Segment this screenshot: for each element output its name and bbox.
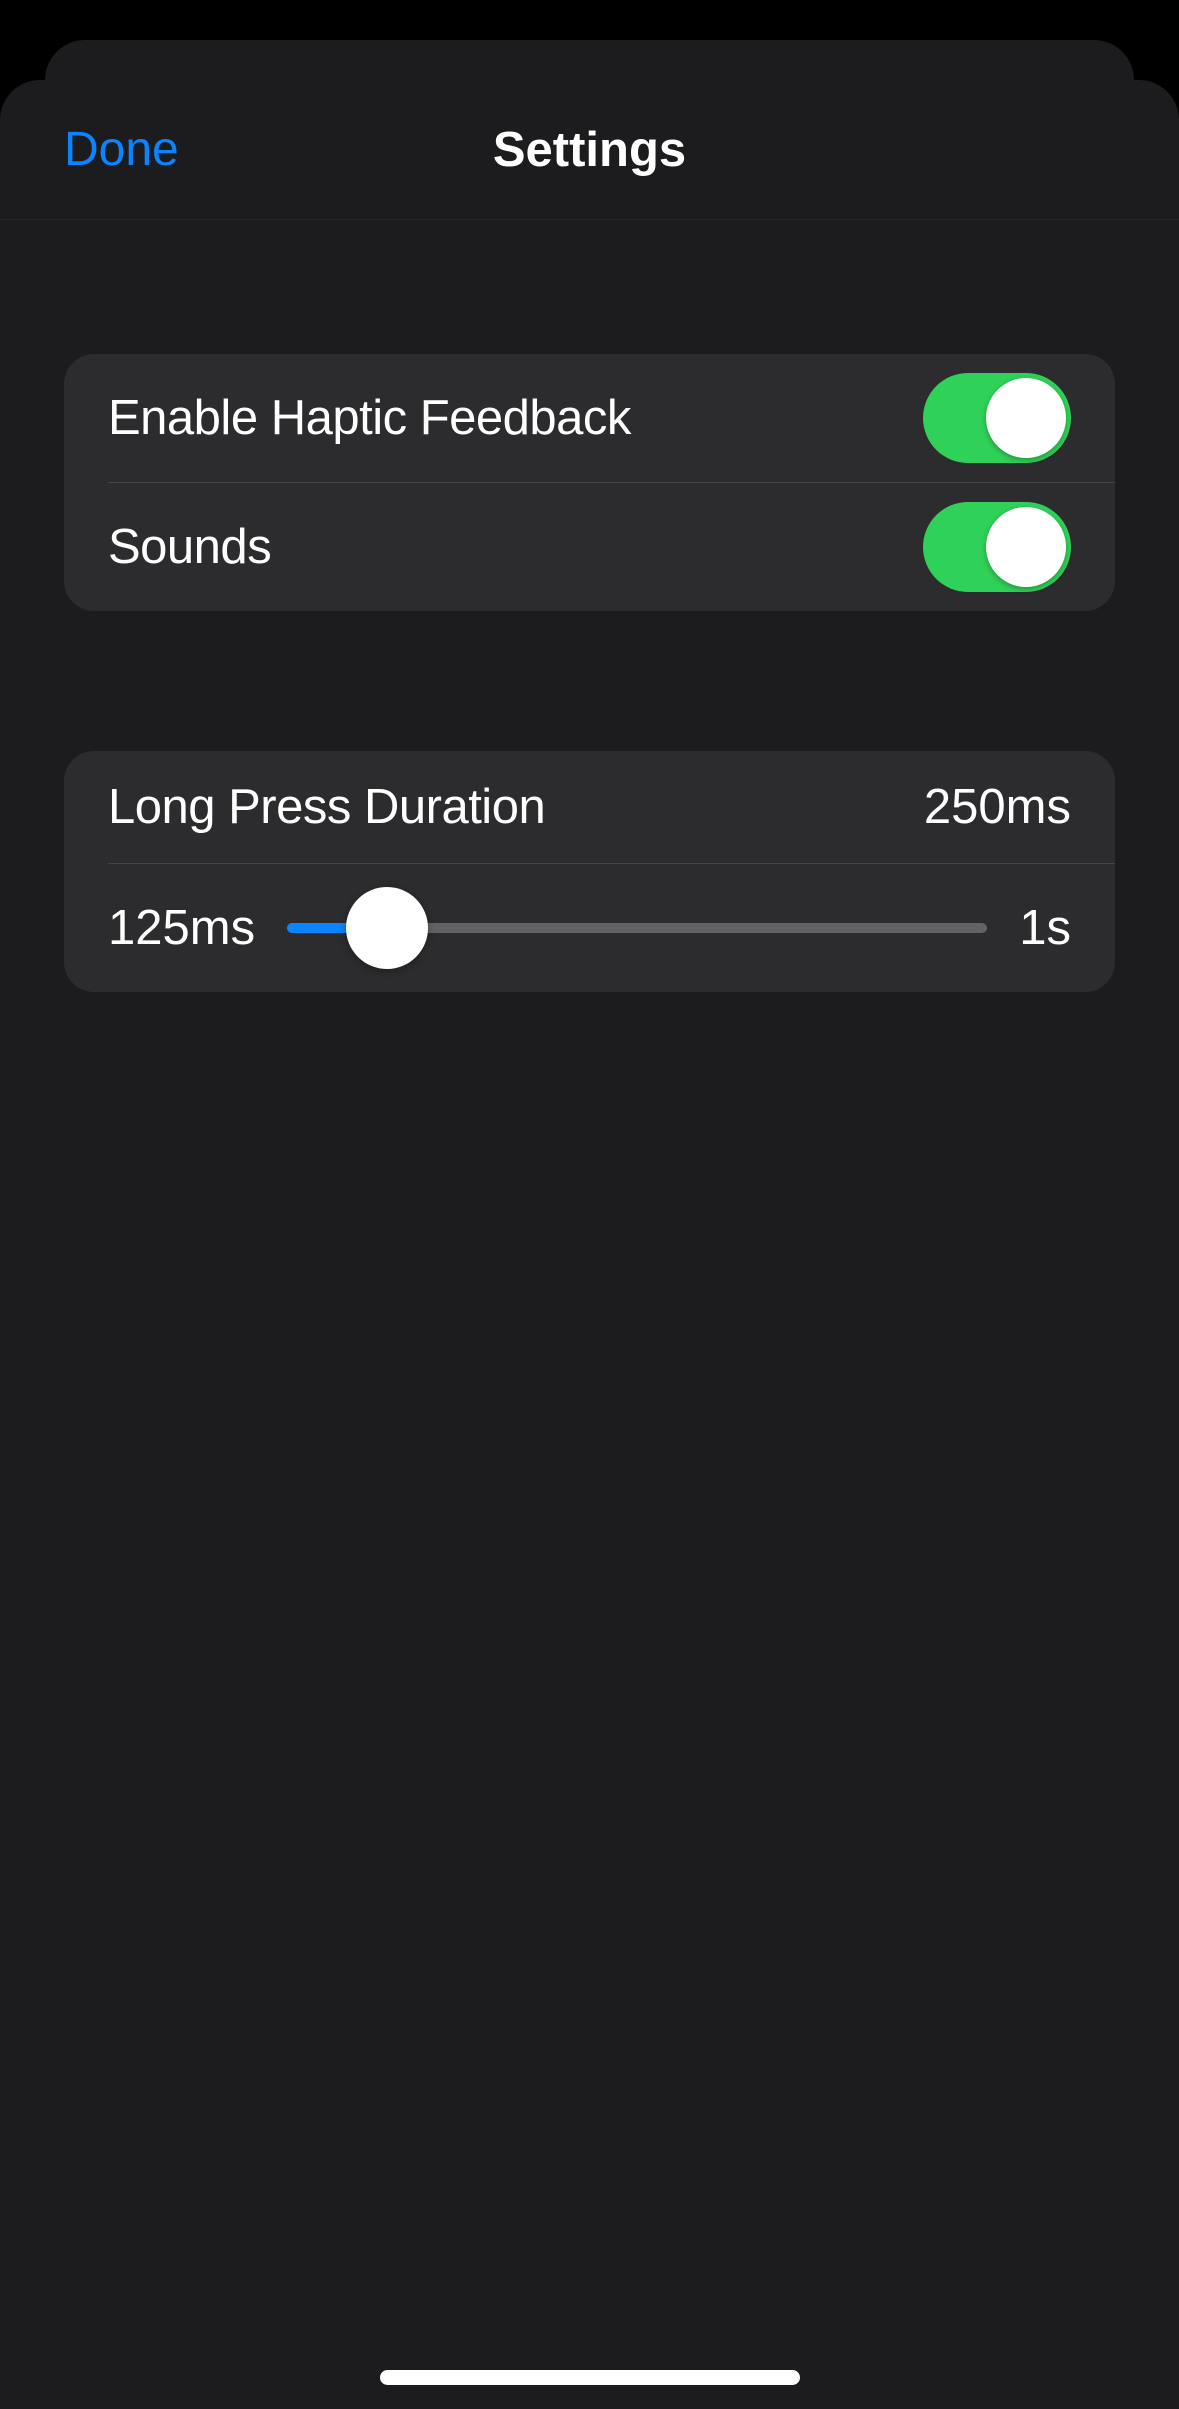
long-press-group: Long Press Duration 250ms 125ms 1s — [64, 751, 1115, 992]
sounds-label: Sounds — [108, 519, 271, 575]
haptic-feedback-toggle[interactable] — [923, 373, 1071, 463]
long-press-value: 250ms — [924, 779, 1071, 835]
navigation-bar: Done Settings — [0, 80, 1179, 220]
done-button[interactable]: Done — [64, 122, 179, 177]
slider-max-label: 1s — [1019, 900, 1071, 956]
long-press-duration-row: Long Press Duration 250ms — [64, 751, 1115, 863]
sounds-row: Sounds — [64, 483, 1115, 611]
feedback-group: Enable Haptic Feedback Sounds — [64, 354, 1115, 611]
toggle-knob — [986, 378, 1066, 458]
long-press-label: Long Press Duration — [108, 779, 545, 835]
haptic-feedback-label: Enable Haptic Feedback — [108, 390, 631, 446]
toggle-knob — [986, 507, 1066, 587]
slider-thumb[interactable] — [346, 887, 428, 969]
sounds-toggle[interactable] — [923, 502, 1071, 592]
haptic-feedback-row: Enable Haptic Feedback — [64, 354, 1115, 482]
settings-content: Enable Haptic Feedback Sounds Long Press… — [0, 220, 1179, 2409]
slider-min-label: 125ms — [108, 900, 255, 956]
home-indicator[interactable] — [380, 2370, 800, 2385]
long-press-slider-row: 125ms 1s — [64, 864, 1115, 992]
settings-modal: Done Settings Enable Haptic Feedback Sou… — [0, 80, 1179, 2409]
long-press-slider[interactable] — [287, 923, 987, 933]
